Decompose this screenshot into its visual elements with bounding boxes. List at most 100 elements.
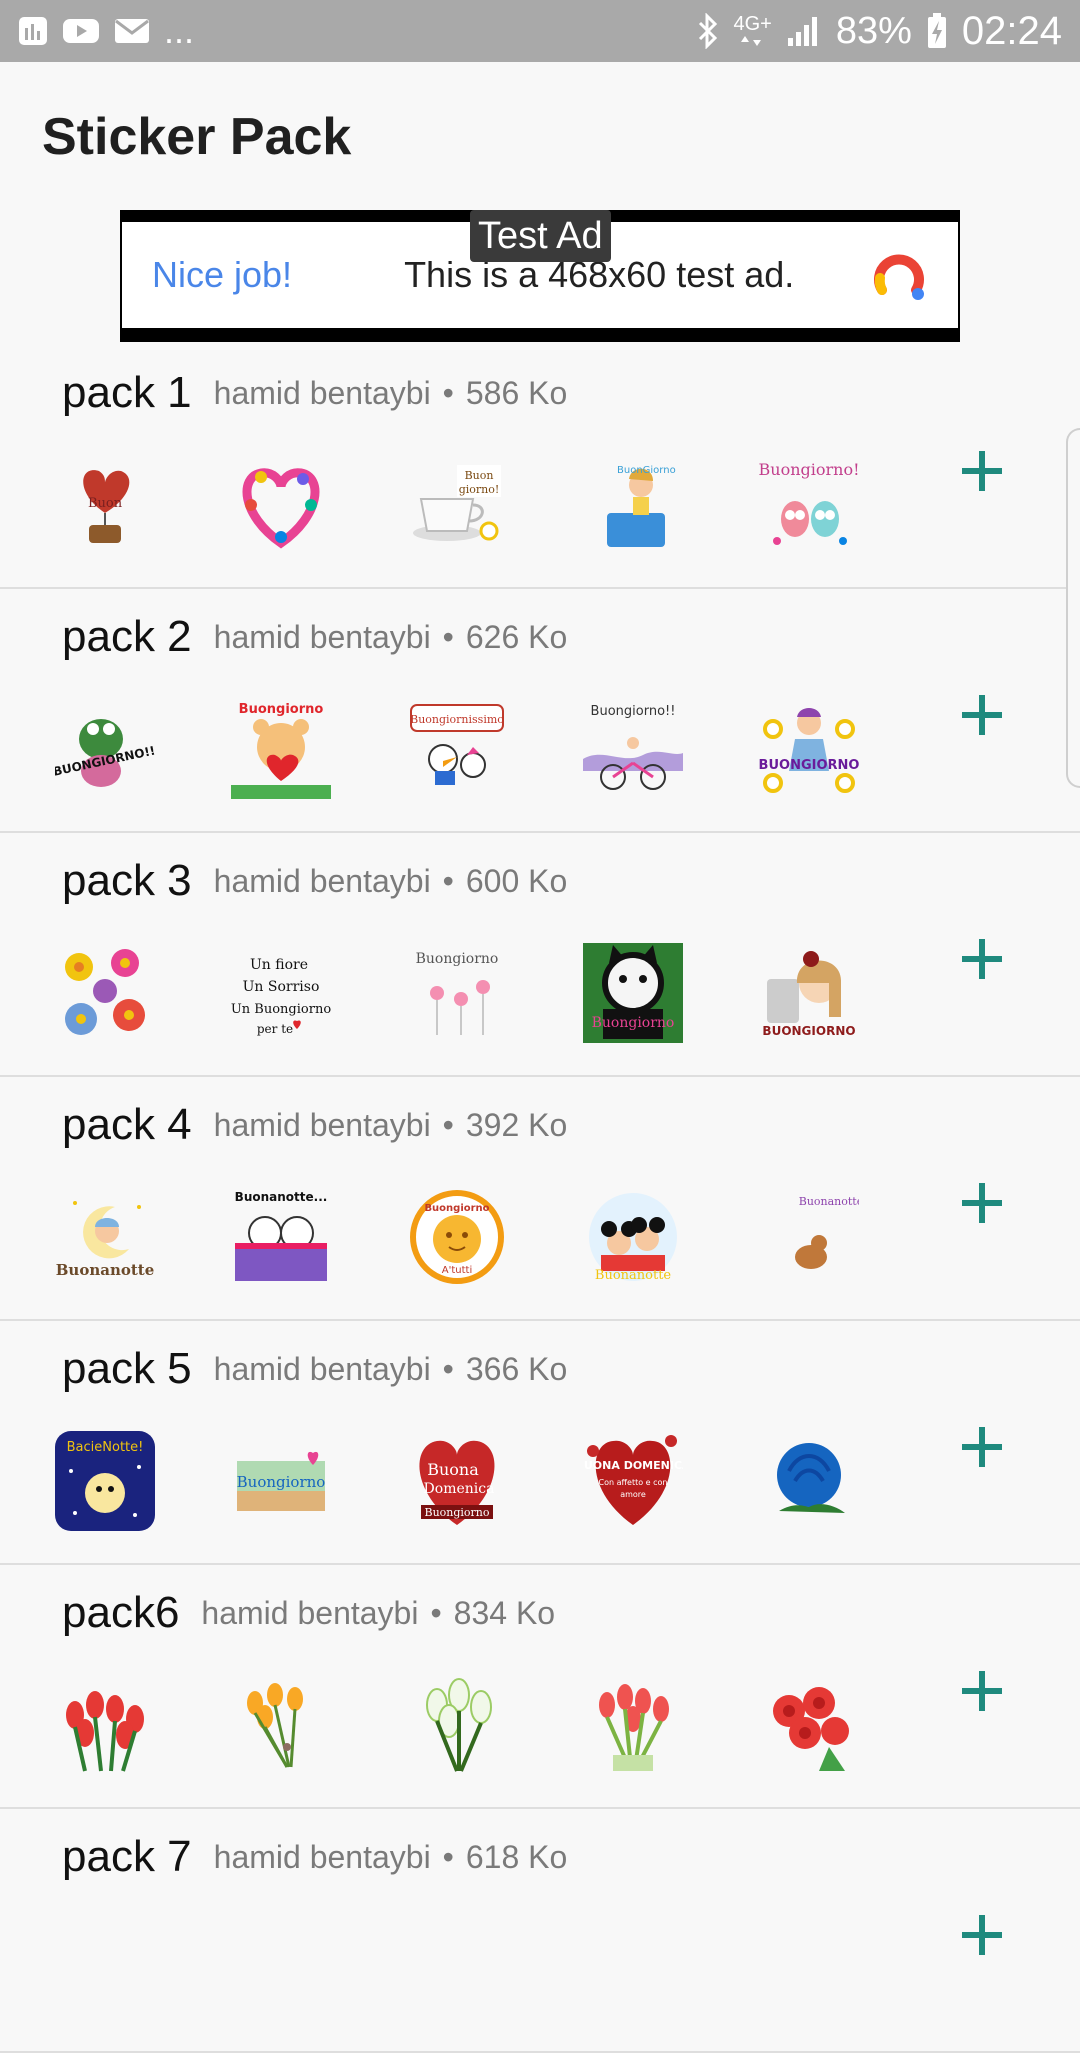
yellow-tulips-sticker[interactable] [226,1670,336,1780]
flowers-sticker[interactable] [50,938,160,1048]
battery-charging-icon [926,12,948,50]
pack-size: 834 Ko [453,1594,556,1631]
add-to-whatsapp-button[interactable] [954,1909,1010,1965]
scrollbar-handle[interactable] [1066,428,1080,788]
svg-text:Buona: Buona [427,1460,479,1479]
pack-name: pack 1 [62,368,192,417]
meta-separator-dot: • [442,374,454,411]
sun-sticker[interactable]: Buongiorno A'tutti [402,1182,512,1292]
mail-icon [114,17,150,45]
svg-text:A'tutti: A'tutti [442,1265,472,1276]
svg-text:Buongiorno: Buongiorno [416,951,499,967]
sticker-preview-row: BacieNotte! Buongiorno Buona Domenica Buongi… [50,1426,864,1538]
pack-size: 618 Ko [465,1838,568,1875]
coffee-cup-sticker[interactable]: Buon giorno! [402,450,512,560]
donald-duck-sticker[interactable]: Buongiornissimo [402,694,512,804]
cat-sticker[interactable]: Buongiorno [578,938,688,1048]
pack-name: pack 2 [62,612,192,661]
plus-icon [960,937,1004,986]
rose-heart-sticker[interactable]: BUONA DOMENICA Con affetto e con amore [578,1426,688,1536]
pack-size: 600 Ko [465,862,568,899]
night-stars-sticker[interactable]: BacieNotte! [50,1426,160,1536]
frog-sticker[interactable]: BUONGIORNO!! [50,694,160,804]
add-to-whatsapp-button[interactable] [954,689,1010,745]
svg-text:BuonGiorno: BuonGiorno [617,465,676,476]
pack-header: pack 1 hamid bentaybi • 586 Ko [62,365,567,421]
sticker-pack-row[interactable]: pack 3 hamid bentaybi • 600 Ko Un fiore Un So… [0,833,1080,1077]
meta-separator-dot: • [430,1594,442,1631]
doll-sticker[interactable]: BUONGIORNO [754,938,864,1048]
network-type-label: 4G+ [733,13,772,35]
red-tulips-sticker[interactable] [50,1670,160,1780]
mickey-minnie-sticker[interactable]: Buonanotte [578,1182,688,1292]
heart-balloon-sticker[interactable]: Buon [50,450,160,560]
pack-header: pack 4 hamid bentaybi • 392 Ko [62,1097,567,1153]
svg-text:Buonanotte: Buonanotte [56,1261,155,1279]
svg-text:Buongiorno: Buongiorno [424,1506,489,1519]
add-to-whatsapp-button[interactable] [954,933,1010,989]
pack-author: hamid bentaybi [213,374,431,411]
svg-text:Buon: Buon [88,496,123,511]
bluetooth-icon [697,13,719,49]
pink-flowers-sticker[interactable]: Buongiorno [402,938,512,1048]
sticker-preview-row: BUONGIORNO!! Buongiorno Buongiornissimo Buo… [50,694,864,806]
buongiorno-sticker[interactable]: Buongiorno [226,1426,336,1536]
sticker-pack-row[interactable]: pack 2 hamid bentaybi • 626 Ko BUONGIORNO!! B… [0,589,1080,833]
svg-text:Buongiorno!: Buongiorno! [759,460,859,479]
sticker-preview-row [50,1670,864,1782]
sticker-pack-list: pack 1 hamid bentaybi • 586 Ko Buon Buon giorn… [0,345,1080,2053]
plus-icon [960,449,1004,498]
svg-text:BUONGIORNO: BUONGIORNO [762,1024,855,1038]
svg-text:BUONGIORNO: BUONGIORNO [759,758,859,773]
meta-separator-dot: • [442,1838,454,1875]
sticker-pack-row[interactable]: pack 1 hamid bentaybi • 586 Ko Buon Buon giorn… [0,345,1080,589]
teddy-bear-sticker[interactable]: Buongiorno [226,694,336,804]
blue-rose-sticker[interactable] [754,1426,864,1536]
red-flowers-sticker[interactable] [754,1670,864,1780]
pack-author: hamid bentaybi [213,1350,431,1387]
ad-headline[interactable]: Nice job! [152,254,292,296]
status-bar-right: 4G+ 83% 02:24 [697,9,1062,54]
battery-percent: 83% [835,9,912,52]
crescent-moon-sticker[interactable]: Buonanotte [754,1182,864,1292]
pack-size: 392 Ko [465,1106,568,1143]
sticker-pack-row[interactable]: pack 4 hamid bentaybi • 392 Ko Buonanotte Buo… [0,1077,1080,1321]
owls-sticker[interactable]: Buongiorno! [754,450,864,560]
pack-name: pack 3 [62,856,192,905]
add-to-whatsapp-button[interactable] [954,1665,1010,1721]
sticker-pack-row[interactable]: pack 5 hamid bentaybi • 366 Ko BacieNotte! Bu… [0,1321,1080,1565]
add-to-whatsapp-button[interactable] [954,1421,1010,1477]
svg-text:Un Buongiorno: Un Buongiorno [231,1002,331,1017]
svg-text:giorno!: giorno! [459,483,500,496]
svg-text:Buongiorno!!: Buongiorno!! [591,704,676,719]
girl-sticker[interactable]: BuonGiorno [578,450,688,560]
red-heart-sticker[interactable]: Buona Domenica Buongiorno [402,1426,512,1536]
meta-separator-dot: • [442,1106,454,1143]
flower-wreath-sticker[interactable] [226,450,336,560]
flower-girl-sticker[interactable]: BUONGIORNO [754,694,864,804]
svg-text:Un Sorriso: Un Sorriso [243,979,320,995]
white-tulips-sticker[interactable] [402,1670,512,1780]
sticker-pack-row[interactable]: pack6 hamid bentaybi • 834 Ko [0,1565,1080,1809]
sticker-preview-row: Buonanotte Buonanotte... Buongiorno A'tutti… [50,1182,864,1294]
svg-text:BacieNotte!: BacieNotte! [67,1440,144,1455]
sticker-preview-row: Buon Buon giorno! BuonGiorno Buongiorno! [50,450,864,562]
add-to-whatsapp-button[interactable] [954,445,1010,501]
bicycle-sticker[interactable]: Buongiorno!! [578,694,688,804]
svg-text:BUONA DOMENICA: BUONA DOMENICA [583,1459,683,1472]
sticker-pack-row[interactable]: pack 7 hamid bentaybi • 618 Ko [0,1809,1080,2053]
status-time: 02:24 [961,8,1062,53]
add-to-whatsapp-button[interactable] [954,1177,1010,1233]
pack-header: pack 5 hamid bentaybi • 366 Ko [62,1341,567,1397]
ad-logo-icon [872,250,928,306]
svg-text:Un fiore: Un fiore [250,957,308,973]
pack-name: pack 4 [62,1100,192,1149]
pack-header: pack 7 hamid bentaybi • 618 Ko [62,1829,567,1885]
moon-baby-sticker[interactable]: Buonanotte [50,1182,160,1292]
meta-separator-dot: • [442,862,454,899]
pack-header: pack 3 hamid bentaybi • 600 Ko [62,853,567,909]
svg-text:amore: amore [620,1490,646,1499]
cats-in-bed-sticker[interactable]: Buonanotte... [226,1182,336,1292]
tulips-bouquet-sticker[interactable] [578,1670,688,1780]
text-note-sticker[interactable]: Un fiore Un Sorriso Un Buongiorno per te [226,938,336,1048]
